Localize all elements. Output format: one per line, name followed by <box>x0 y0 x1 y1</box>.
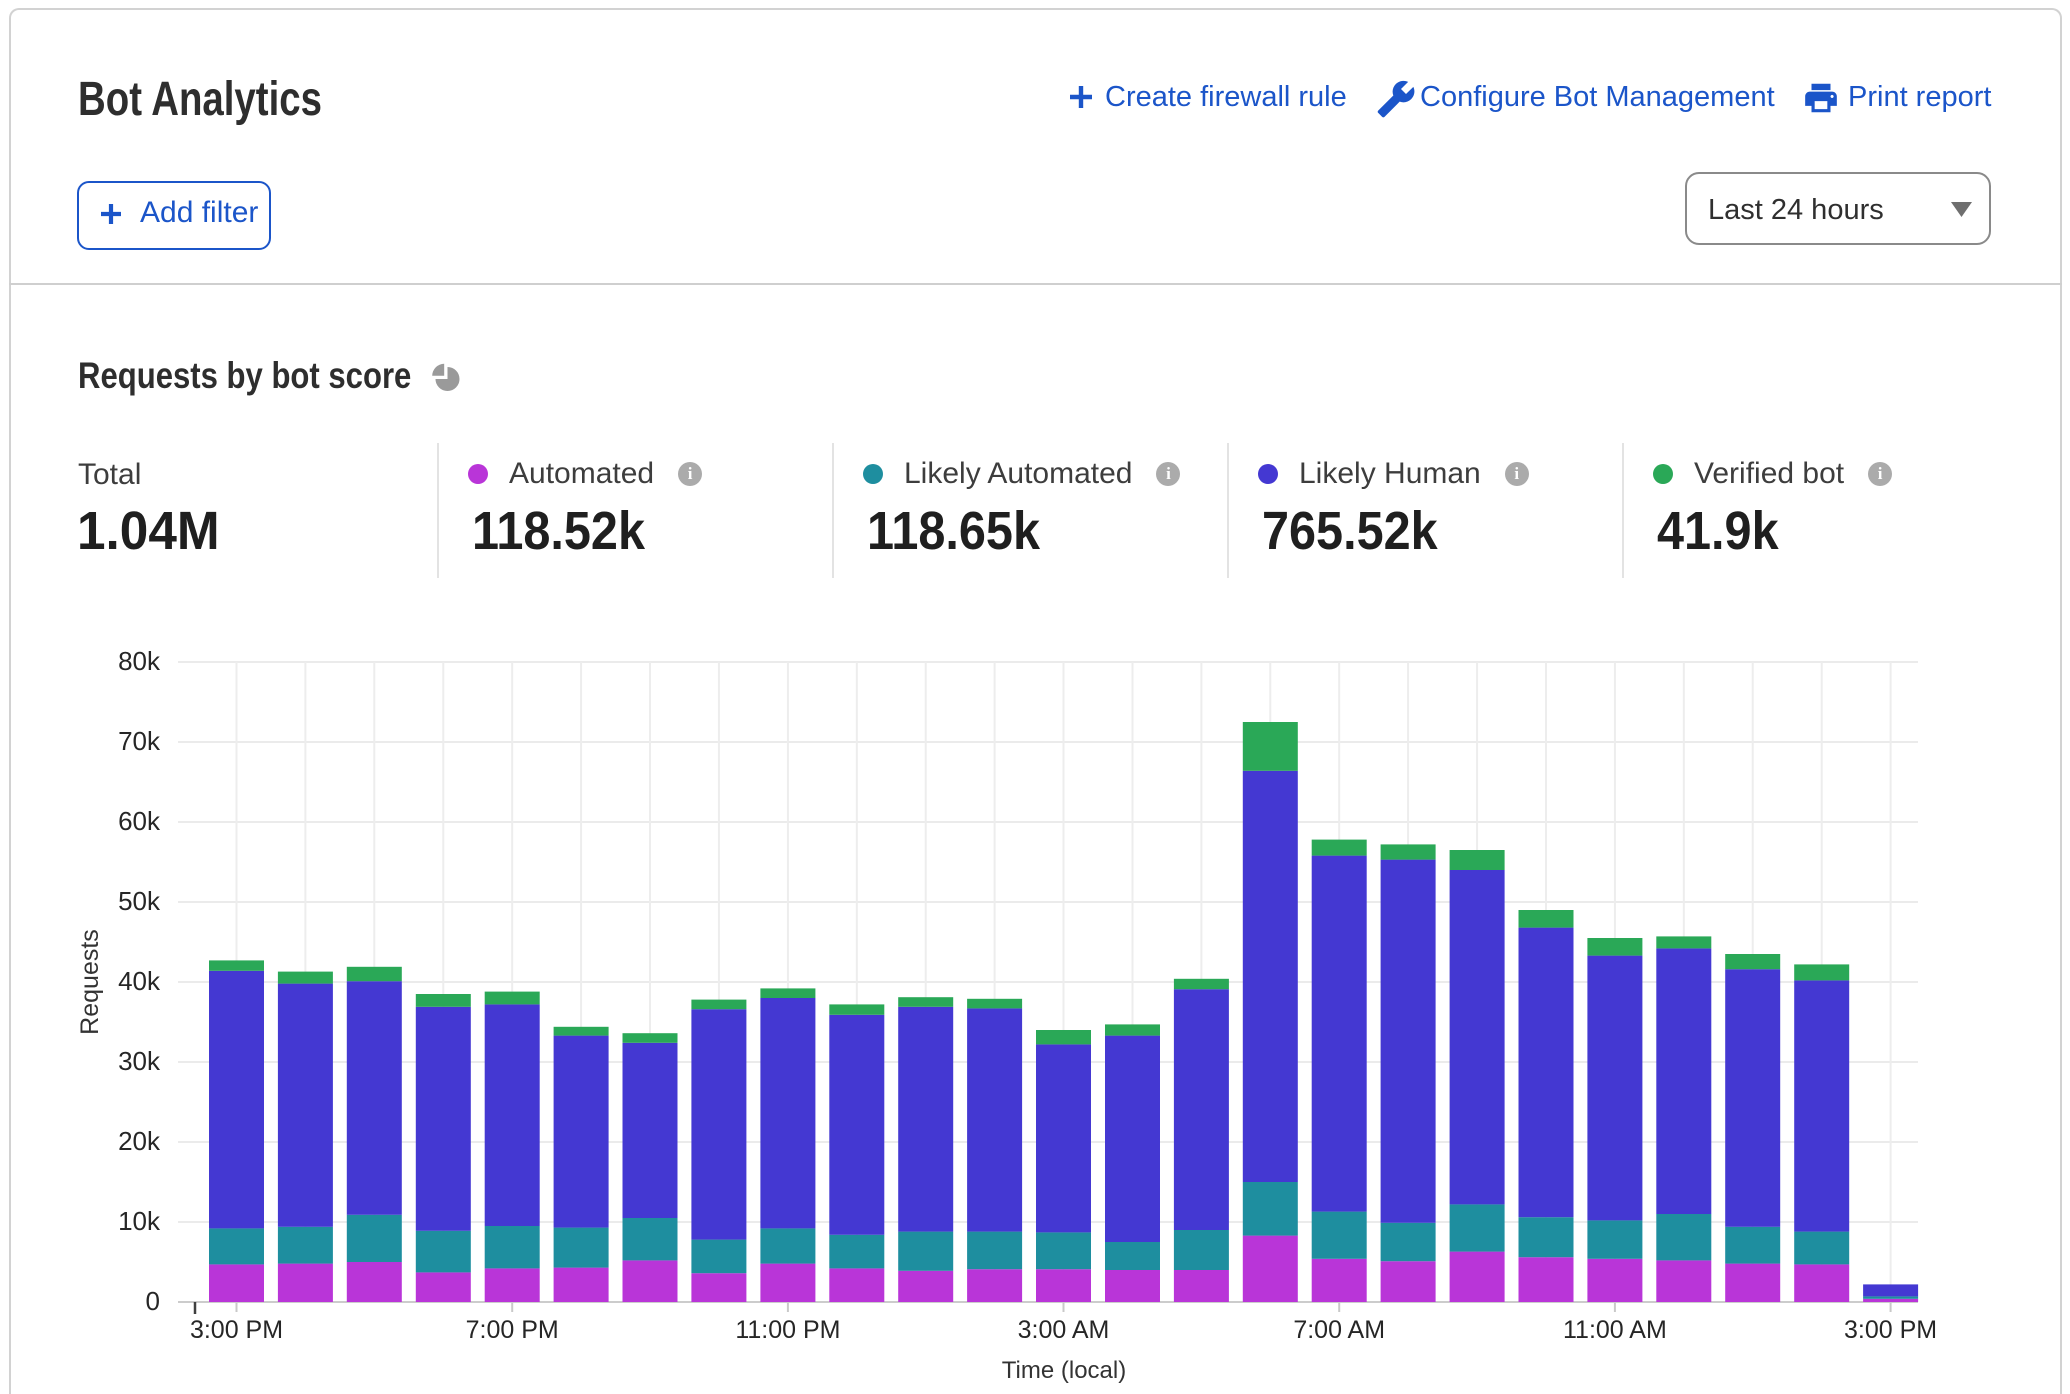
svg-text:60k: 60k <box>118 806 161 836</box>
svg-text:11:00 PM: 11:00 PM <box>735 1316 840 1344</box>
svg-text:7:00 AM: 7:00 AM <box>1293 1316 1385 1344</box>
svg-text:80k: 80k <box>118 646 161 676</box>
svg-text:70k: 70k <box>118 726 161 756</box>
svg-text:30k: 30k <box>118 1046 161 1076</box>
svg-text:11:00 AM: 11:00 AM <box>1563 1316 1667 1344</box>
svg-text:3:00 AM: 3:00 AM <box>1018 1316 1110 1344</box>
svg-text:Time (local): Time (local) <box>1002 1357 1126 1384</box>
svg-text:3:00 PM: 3:00 PM <box>1844 1316 1937 1344</box>
svg-text:10k: 10k <box>118 1206 161 1236</box>
svg-text:7:00 PM: 7:00 PM <box>466 1316 559 1344</box>
svg-text:3:00 PM: 3:00 PM <box>190 1316 283 1344</box>
svg-text:0: 0 <box>146 1286 160 1316</box>
svg-text:Requests: Requests <box>76 929 104 1035</box>
svg-text:20k: 20k <box>118 1126 161 1156</box>
svg-text:40k: 40k <box>118 966 161 996</box>
svg-text:50k: 50k <box>118 886 161 916</box>
